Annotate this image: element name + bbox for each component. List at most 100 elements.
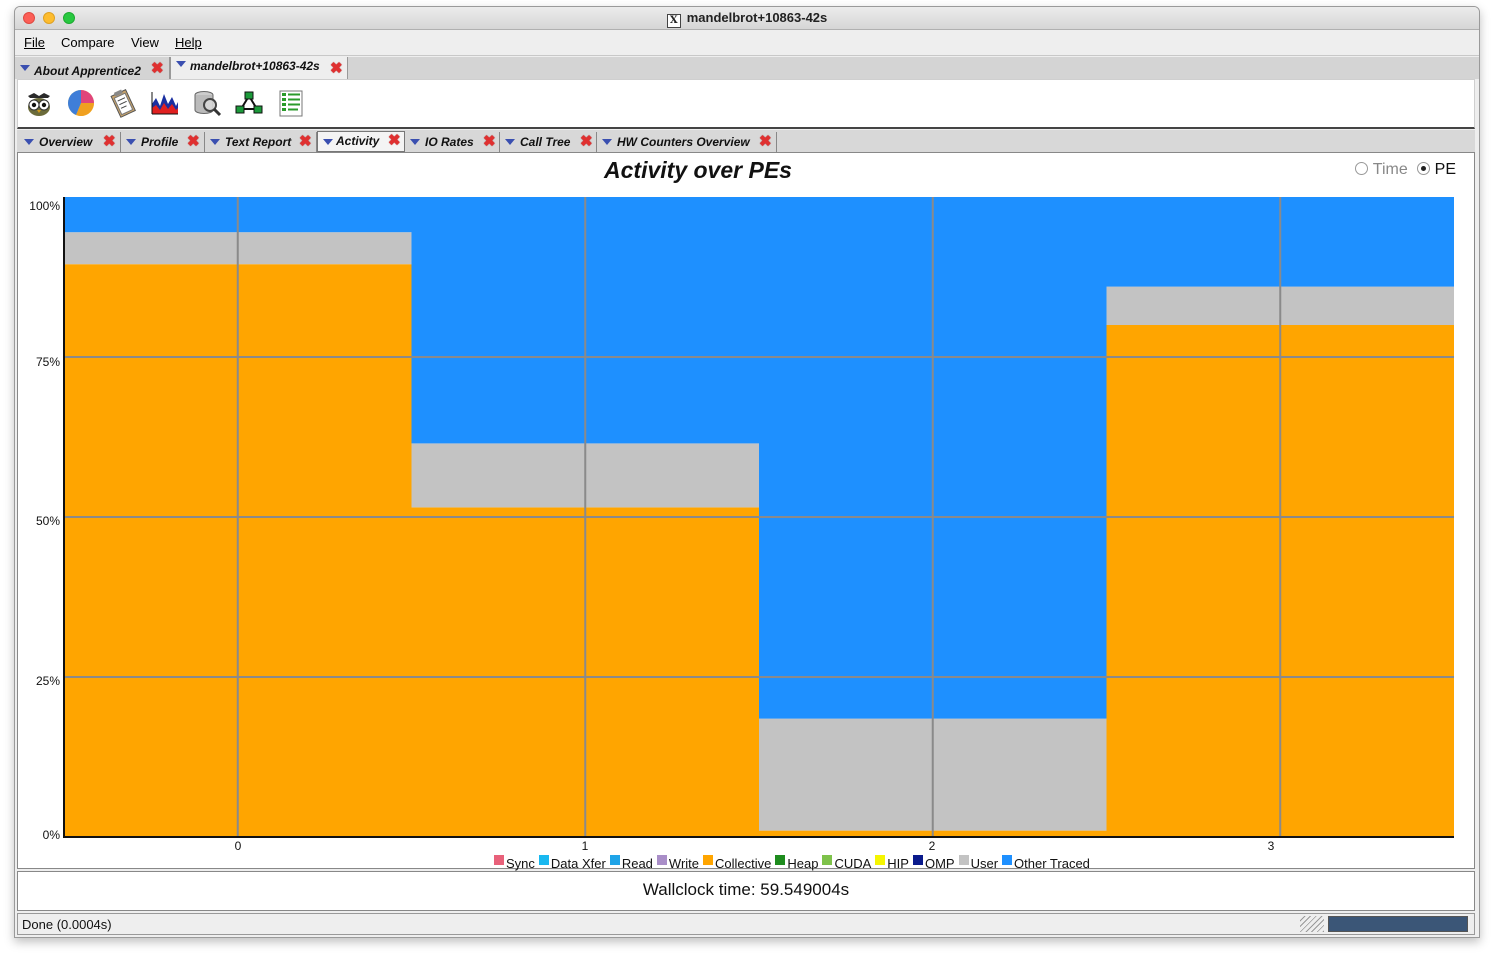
- doc-tab-label: mandelbrot+10863-42s: [190, 59, 320, 73]
- dropdown-triangle-icon[interactable]: [505, 139, 515, 145]
- menu-bar: File Compare View Help: [15, 30, 1479, 56]
- legend-swatch: [656, 855, 667, 865]
- legend-label: Data Xfer: [550, 856, 606, 871]
- chart-title: Activity over PEs: [604, 157, 792, 183]
- legend-swatch: [703, 855, 714, 865]
- app-window: Xmandelbrot+10863-42s File Compare View …: [14, 6, 1480, 938]
- y-tick-label: 25%: [35, 674, 60, 688]
- legend-label: User: [970, 856, 999, 871]
- chart-legend: Sync Data Xfer Read Write Collective Heap CUDA…: [494, 855, 1094, 871]
- x-tick-label: 0: [234, 839, 242, 853]
- legend-label: Read: [621, 856, 653, 871]
- tab-io-rates[interactable]: IO Rates ✖: [405, 132, 500, 152]
- legend-swatch: [1002, 855, 1013, 865]
- doc-tab-label: About Apprentice2: [34, 64, 141, 78]
- legend-swatch: [822, 855, 833, 865]
- dropdown-triangle-icon[interactable]: [176, 61, 186, 67]
- doc-tab-mandelbrot[interactable]: mandelbrot+10863-42s ✖: [170, 57, 348, 79]
- x11-icon: X: [666, 14, 681, 28]
- document-tab-bar: About Apprentice2 ✖ mandelbrot+10863-42s…: [15, 57, 1479, 79]
- legend-item: CUDA: [822, 855, 871, 871]
- menu-help[interactable]: Help: [175, 35, 202, 50]
- owl-icon[interactable]: [24, 88, 54, 118]
- legend-label: Heap: [787, 856, 819, 871]
- close-tab-icon[interactable]: ✖: [483, 132, 496, 150]
- pe-radio[interactable]: [1416, 162, 1430, 175]
- tab-hw-counters-overview[interactable]: HW Counters Overview ✖: [597, 132, 777, 152]
- dropdown-triangle-icon[interactable]: [126, 139, 136, 145]
- legend-item: Write: [656, 855, 700, 871]
- legend-item: User: [958, 855, 999, 871]
- menu-file[interactable]: File: [24, 35, 45, 50]
- close-tab-icon[interactable]: ✖: [187, 132, 200, 150]
- y-tick-label: 100%: [29, 199, 60, 213]
- view-tab-bar: Overview ✖ Profile ✖ Text Report ✖ Activ…: [17, 130, 1475, 152]
- close-tab-icon[interactable]: ✖: [759, 132, 772, 150]
- legend-label: Write: [668, 856, 700, 871]
- tab-label: Activity: [336, 134, 380, 148]
- y-tick-label: 0%: [42, 828, 60, 842]
- title-bar: Xmandelbrot+10863-42s: [15, 7, 1479, 30]
- legend-swatch: [494, 855, 504, 865]
- dropdown-triangle-icon[interactable]: [20, 65, 30, 71]
- tab-profile[interactable]: Profile ✖: [121, 132, 205, 152]
- y-tick-label: 75%: [35, 355, 60, 369]
- database-search-icon[interactable]: [192, 88, 222, 118]
- status-text: Done (0.0004s): [22, 917, 112, 932]
- close-tab-icon[interactable]: ✖: [103, 132, 116, 150]
- tab-text-report[interactable]: Text Report ✖: [205, 132, 317, 152]
- x-tick-label: 1: [581, 839, 589, 853]
- view-mode-radio-group: Time PE: [1354, 161, 1456, 179]
- legend-label: OMP: [924, 856, 955, 871]
- legend-swatch: [875, 855, 886, 865]
- legend-label: Collective: [715, 856, 772, 871]
- doc-tab-about[interactable]: About Apprentice2 ✖: [15, 57, 170, 79]
- close-tab-icon[interactable]: ✖: [388, 131, 401, 149]
- legend-label: HIP: [887, 856, 909, 871]
- close-tab-icon[interactable]: ✖: [299, 132, 312, 150]
- tab-label: Profile: [141, 135, 179, 149]
- legend-item: Heap: [775, 855, 818, 871]
- time-radio-label[interactable]: Time: [1373, 161, 1408, 178]
- legend-label: Other Traced: [1014, 856, 1090, 871]
- clipboard-report-icon[interactable]: [108, 88, 138, 118]
- legend-item: OMP: [912, 855, 955, 871]
- close-tab-icon[interactable]: ✖: [580, 132, 593, 150]
- call-tree-icon[interactable]: [234, 88, 264, 118]
- dropdown-triangle-icon[interactable]: [24, 139, 34, 145]
- time-radio[interactable]: [1354, 162, 1368, 175]
- tab-call-tree[interactable]: Call Tree ✖: [500, 132, 597, 152]
- progress-bar: [1328, 916, 1468, 932]
- legend-item: Other Traced: [1002, 855, 1090, 871]
- window-title: mandelbrot+10863-42s: [686, 10, 828, 25]
- resize-grip-icon[interactable]: [1300, 916, 1324, 932]
- legend-swatch: [958, 855, 969, 865]
- tab-activity[interactable]: Activity ✖: [317, 131, 405, 152]
- legend-item: Data Xfer: [538, 855, 606, 871]
- legend-item: Sync: [494, 855, 535, 871]
- activity-graph-icon[interactable]: [150, 88, 180, 118]
- legend-swatch: [912, 855, 923, 865]
- x-tick-label: 2: [928, 839, 936, 853]
- dropdown-triangle-icon[interactable]: [410, 139, 420, 145]
- dropdown-triangle-icon[interactable]: [210, 139, 220, 145]
- tab-overview[interactable]: Overview ✖: [19, 132, 121, 152]
- y-tick-label: 50%: [35, 514, 60, 528]
- close-tab-icon[interactable]: ✖: [330, 59, 343, 77]
- dropdown-triangle-icon[interactable]: [323, 139, 333, 145]
- tab-label: IO Rates: [425, 135, 474, 149]
- text-list-icon[interactable]: [276, 88, 306, 118]
- pie-chart-icon[interactable]: [66, 88, 96, 118]
- wallclock-time: Wallclock time: 59.549004s: [17, 871, 1475, 911]
- legend-label: CUDA: [834, 856, 872, 871]
- close-tab-icon[interactable]: ✖: [151, 59, 164, 77]
- activity-panel: Activity over PEs Time PE 100% 75% 50% 2…: [17, 152, 1475, 871]
- legend-swatch: [775, 855, 786, 865]
- dropdown-triangle-icon[interactable]: [602, 139, 612, 145]
- legend-item: HIP: [875, 855, 909, 871]
- menu-compare[interactable]: Compare: [61, 35, 114, 50]
- menu-view[interactable]: View: [131, 35, 159, 50]
- pe-radio-label[interactable]: PE: [1435, 161, 1456, 178]
- tab-label: HW Counters Overview: [617, 135, 750, 149]
- legend-swatch: [538, 855, 549, 865]
